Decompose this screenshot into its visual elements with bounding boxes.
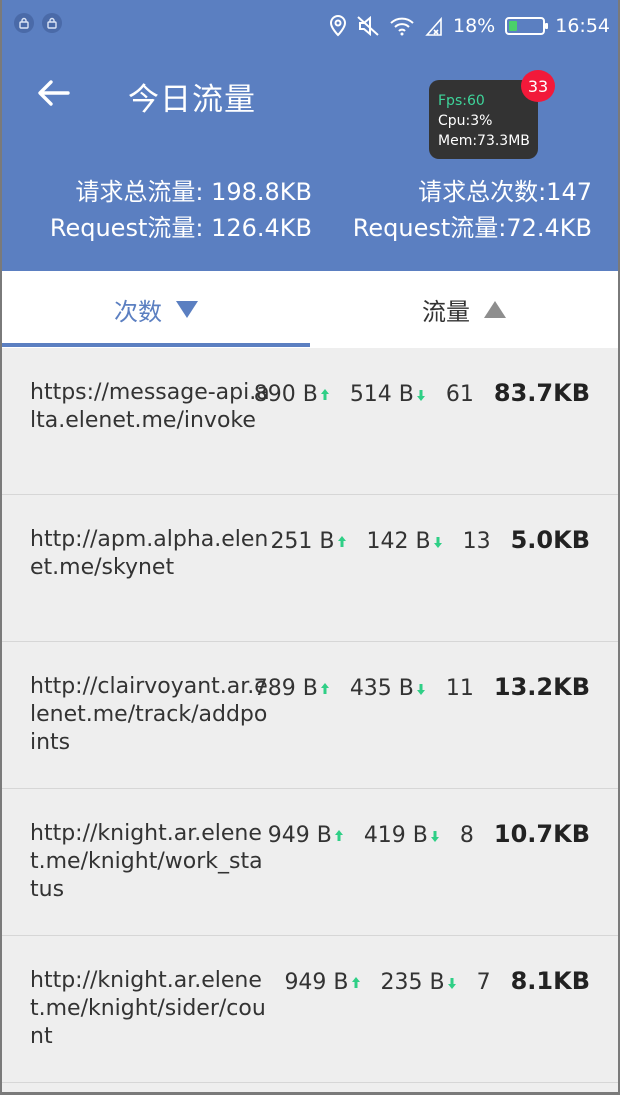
request-count: 61 bbox=[445, 382, 474, 407]
tab-count-label: 次数 bbox=[114, 298, 162, 326]
arrow-down-icon bbox=[416, 389, 425, 401]
total-size: 8.1KB bbox=[510, 967, 590, 995]
request-count: 8 bbox=[459, 823, 474, 848]
arrow-up-icon bbox=[320, 388, 329, 400]
download-size: 142 B bbox=[367, 529, 443, 554]
request-url: http://knight.ar.elenet.me/knight/work_s… bbox=[30, 821, 263, 902]
tab-traffic-label: 流量 bbox=[422, 298, 470, 326]
arrow-left-icon[interactable] bbox=[36, 78, 72, 108]
download-size: 419 B bbox=[364, 823, 440, 848]
arrow-up-icon bbox=[351, 976, 360, 988]
request-traffic-left: Request流量: 126.4KB bbox=[49, 214, 312, 242]
total-count: 请求总次数:147 bbox=[418, 178, 592, 206]
lock-icon bbox=[42, 13, 62, 33]
arrow-up-icon bbox=[334, 829, 343, 841]
arrow-up-icon bbox=[337, 535, 346, 547]
arrow-down-icon bbox=[416, 683, 425, 695]
clock: 16:54 bbox=[555, 15, 610, 37]
mem-value: Mem:73.3MB bbox=[438, 133, 530, 149]
arrow-down-icon bbox=[447, 977, 456, 989]
arrow-down-icon bbox=[430, 830, 439, 842]
request-count: 13 bbox=[462, 529, 491, 554]
download-size: 435 B bbox=[350, 676, 426, 701]
list-item[interactable]: http://knight.ar.elenet.me/knight/work_s… bbox=[2, 789, 618, 936]
total-size: 13.2KB bbox=[493, 673, 590, 701]
request-url: http://clairvoyant.ar.elenet.me/track/ad… bbox=[30, 674, 268, 755]
cpu-value: Cpu:3% bbox=[438, 113, 493, 129]
sort-tabs: 次数 流量 bbox=[2, 271, 618, 348]
sort-down-icon bbox=[176, 301, 198, 318]
battery-icon bbox=[505, 17, 549, 35]
download-size: 514 B bbox=[350, 382, 426, 407]
tab-indicator bbox=[2, 343, 310, 347]
upload-size: 251 B bbox=[270, 529, 346, 554]
location-icon bbox=[329, 15, 347, 37]
total-size: 10.7KB bbox=[493, 820, 590, 848]
request-count: 11 bbox=[445, 676, 474, 701]
status-bar: 18% 16:54 bbox=[2, 0, 618, 52]
arrow-down-icon bbox=[433, 536, 442, 548]
download-size: 235 B bbox=[381, 970, 457, 995]
request-list: https://message-api.alta.elenet.me/invok… bbox=[2, 348, 618, 1083]
perf-badge: 33 bbox=[521, 70, 555, 102]
total-size: 5.0KB bbox=[510, 526, 590, 554]
total-traffic: 请求总流量: 198.8KB bbox=[75, 178, 312, 206]
total-size: 83.7KB bbox=[493, 379, 590, 407]
list-item[interactable]: http://knight.ar.elenet.me/knight/sider/… bbox=[2, 936, 618, 1083]
lock-icon bbox=[14, 13, 34, 33]
upload-size: 789 B bbox=[254, 676, 330, 701]
request-count: 7 bbox=[476, 970, 491, 995]
upload-size: 890 B bbox=[254, 382, 330, 407]
arrow-up-icon bbox=[320, 682, 329, 694]
request-url: https://message-api.alta.elenet.me/invok… bbox=[30, 380, 270, 433]
signal-icon bbox=[425, 16, 442, 36]
battery-percent: 18% bbox=[453, 15, 496, 37]
upload-size: 949 B bbox=[268, 823, 344, 848]
request-traffic-right: Request流量:72.4KB bbox=[352, 214, 592, 242]
request-url: http://knight.ar.elenet.me/knight/sider/… bbox=[30, 968, 266, 1049]
sort-up-icon bbox=[484, 301, 506, 318]
tab-count[interactable]: 次数 bbox=[2, 271, 310, 348]
page-title: 今日流量 bbox=[128, 82, 256, 118]
app-frame: { "statusbar": { "battery": "18%", "batt… bbox=[0, 0, 620, 1095]
mute-icon bbox=[357, 16, 379, 36]
request-url: http://apm.alpha.elenet.me/skynet bbox=[30, 527, 269, 580]
list-item[interactable]: https://message-api.alta.elenet.me/invok… bbox=[2, 348, 618, 495]
wifi-icon bbox=[390, 17, 414, 36]
upload-size: 949 B bbox=[284, 970, 360, 995]
list-item[interactable]: http://clairvoyant.ar.elenet.me/track/ad… bbox=[2, 642, 618, 789]
tab-traffic[interactable]: 流量 bbox=[310, 271, 618, 348]
list-item[interactable]: http://apm.alpha.elenet.me/skynet 251 B … bbox=[2, 495, 618, 642]
